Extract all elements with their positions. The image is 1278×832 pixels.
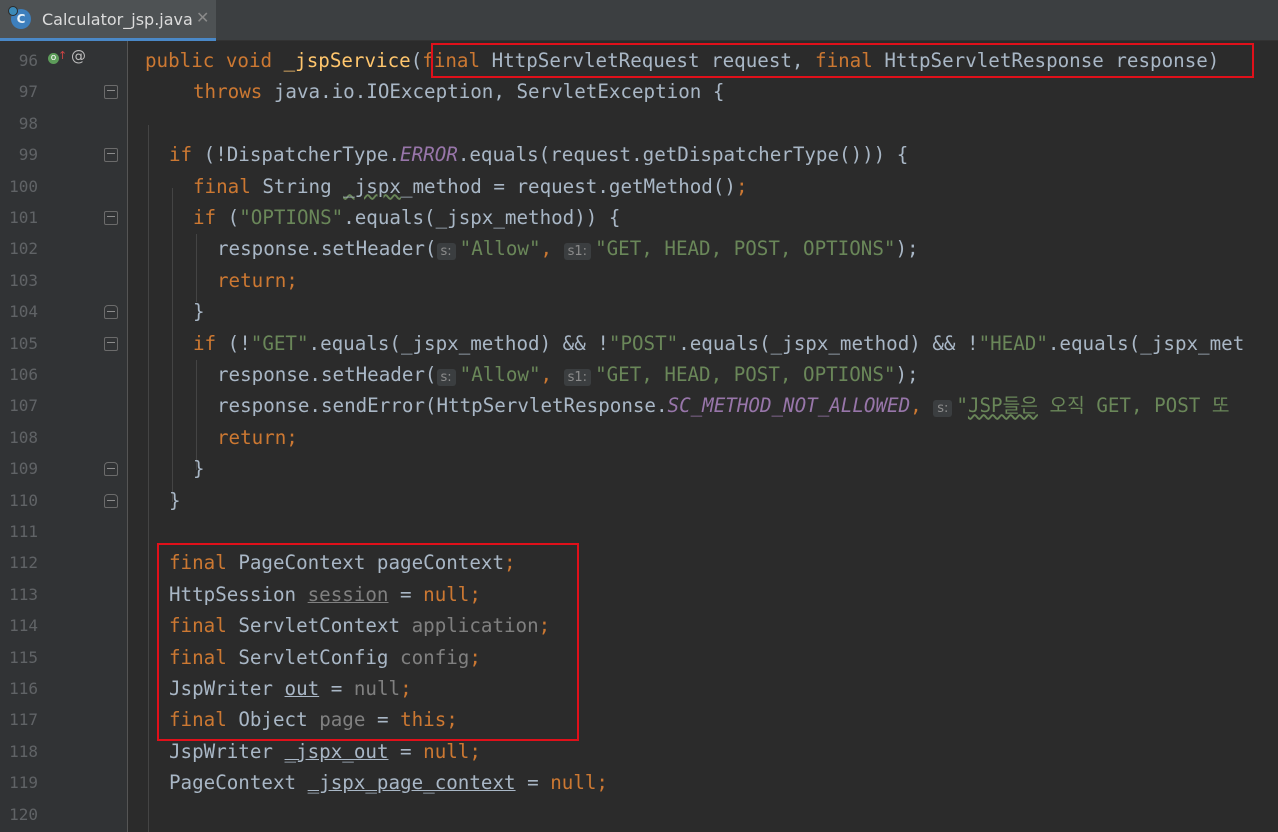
code-line: 102 response.setHeader(s: "Allow", s1: "GE… xyxy=(0,233,1278,264)
parameter-hint: s1: xyxy=(563,243,592,261)
fold-toggle-icon[interactable] xyxy=(104,336,118,351)
code-line: 106 response.setHeader(s: "Allow", s1: "GE… xyxy=(0,359,1278,390)
line-number: 96 xyxy=(18,51,38,70)
tab-calculator-jsp-java[interactable]: C Calculator_jsp.java ✕ xyxy=(0,0,216,41)
code-text: final String _jspx_method = request.getM… xyxy=(193,174,748,198)
line-number: 104 xyxy=(9,302,38,322)
line-number: 116 xyxy=(9,679,38,698)
fold-toggle-icon[interactable] xyxy=(104,211,118,225)
fold-toggle-icon[interactable] xyxy=(104,148,118,163)
code-text: return; xyxy=(217,268,298,292)
highlight-box-method-params xyxy=(431,43,1254,78)
line-number: 106 xyxy=(9,365,38,384)
code-line: 108 return; xyxy=(0,422,1278,453)
line-number: 111 xyxy=(9,522,38,541)
code-text: response.sendError(HttpServletResponse.S… xyxy=(217,394,1230,418)
override-arrow-icon: ↑ xyxy=(58,49,68,62)
code-line: 100 final String _jspx_method = request.… xyxy=(0,171,1278,202)
code-line: 98 xyxy=(0,108,1278,139)
editor-tab-bar: C Calculator_jsp.java ✕ xyxy=(0,0,1278,41)
fold-end-icon[interactable] xyxy=(104,305,118,320)
parameter-hint: s1: xyxy=(563,369,592,386)
line-number: 119 xyxy=(9,773,38,793)
line-number: 120 xyxy=(9,804,38,824)
line-number: 105 xyxy=(9,333,38,353)
line-number: 102 xyxy=(9,239,38,259)
line-number: 114 xyxy=(9,616,38,636)
code-text: PageContext _jspx_page_context = null; xyxy=(169,771,608,795)
code-line: 104 } xyxy=(0,296,1278,327)
java-class-icon: C xyxy=(8,6,31,29)
line-number: 101 xyxy=(9,208,38,227)
fold-end-icon[interactable] xyxy=(104,462,118,477)
line-number: 109 xyxy=(9,459,38,479)
line-number: 100 xyxy=(9,176,38,196)
code-text: throws java.io.IOException, ServletExcep… xyxy=(193,80,725,104)
code-line: 119 PageContext _jspx_page_context = nul… xyxy=(0,767,1278,798)
code-text: return; xyxy=(217,425,298,449)
tab-label: Calculator_jsp.java xyxy=(42,10,193,29)
line-number: 110 xyxy=(9,490,38,510)
code-text: if (!DispatcherType.ERROR.equals(request… xyxy=(169,143,909,167)
close-icon[interactable]: ✕ xyxy=(196,8,209,27)
code-text: if ("OPTIONS".equals(_jspx_method)) { xyxy=(193,206,621,229)
line-number: 118 xyxy=(9,741,38,761)
line-number: 117 xyxy=(9,710,38,730)
code-line: 97 throws java.io.IOException, ServletEx… xyxy=(0,76,1278,107)
code-line: 120 xyxy=(0,799,1278,830)
line-number: 107 xyxy=(9,396,38,416)
fold-toggle-icon[interactable] xyxy=(104,85,118,100)
code-line: 110 } xyxy=(0,485,1278,516)
code-text: } xyxy=(193,300,205,324)
annotation-icon: @ xyxy=(71,47,86,65)
line-number: 108 xyxy=(9,427,38,447)
highlight-box-implicit-objects xyxy=(157,543,579,741)
parameter-hint: s: xyxy=(436,243,456,261)
line-number: 103 xyxy=(9,270,38,290)
code-text: response.setHeader(s: "Allow", s1: "GET, H… xyxy=(217,363,919,386)
line-number: 115 xyxy=(9,647,38,667)
code-line: 103 return; xyxy=(0,265,1278,296)
fold-end-icon[interactable] xyxy=(104,493,118,508)
code-text: if (!"GET".equals(_jspx_method) && !"POS… xyxy=(193,331,1245,355)
code-line: 99 if (!DispatcherType.ERROR.equals(requ… xyxy=(0,139,1278,170)
parameter-hint: s: xyxy=(436,369,456,386)
code-line: 107 response.sendError(HttpServletRespon… xyxy=(0,390,1278,421)
line-number: 98 xyxy=(18,113,38,133)
code-line: 105 if (!"GET".equals(_jspx_method) && !… xyxy=(0,328,1278,359)
code-line: 101 if ("OPTIONS".equals(_jspx_method)) … xyxy=(0,202,1278,233)
parameter-hint: s: xyxy=(933,400,953,418)
code-text: } xyxy=(193,457,205,481)
code-editor[interactable]: 96 o ↑ @ public void _jspService(final H… xyxy=(0,41,1278,832)
code-line: 109 } xyxy=(0,453,1278,484)
line-number: 99 xyxy=(18,145,38,165)
code-text: response.setHeader(s: "Allow", s1: "GET, H… xyxy=(217,237,919,261)
line-number: 97 xyxy=(18,82,38,102)
line-number: 113 xyxy=(9,584,38,604)
line-number: 112 xyxy=(9,553,38,573)
code-text: } xyxy=(169,488,181,512)
